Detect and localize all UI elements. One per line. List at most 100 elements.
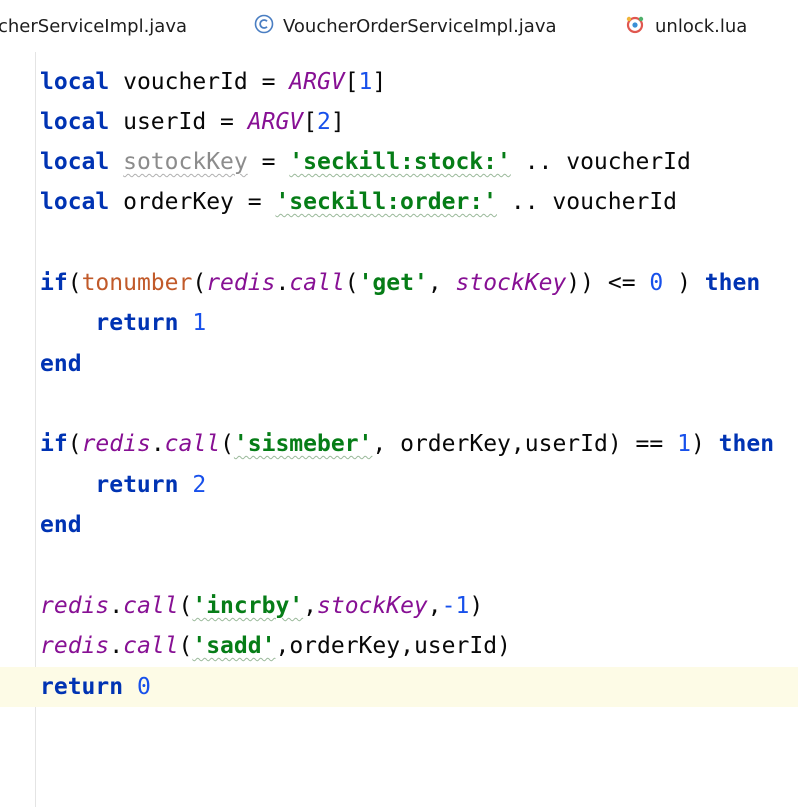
global-argv: ARGV — [289, 69, 345, 95]
global-argv: ARGV — [247, 109, 304, 135]
code-text: end — [40, 511, 82, 539]
code-line-14[interactable]: redis.call('incrby',stockKey,-1) — [0, 586, 798, 626]
global-stockKey: stockKey — [317, 593, 428, 619]
paren-open: ( — [67, 431, 82, 457]
identifier-userId: userId — [123, 109, 207, 135]
paren-close-double: )) — [566, 270, 594, 296]
identifier-voucherId: voucherId — [552, 189, 678, 215]
number-minus-1: -1 — [441, 593, 470, 619]
keyword-local: local — [40, 189, 110, 215]
number-2: 2 — [317, 109, 331, 135]
number-1: 1 — [677, 431, 691, 457]
global-redis: redis — [40, 593, 110, 619]
code-line-4[interactable]: local orderKey = 'seckill:order:' .. vou… — [0, 182, 798, 222]
comma: , — [427, 593, 442, 619]
string-incrby: 'incrby' — [192, 593, 304, 619]
paren-close: ) — [469, 593, 484, 619]
number-1: 1 — [358, 69, 373, 95]
code-editor[interactable]: local voucherId = ARGV[1] local userId =… — [0, 52, 798, 807]
keyword-end: end — [40, 512, 82, 538]
code-text: local userId = ARGV[2] — [40, 108, 345, 136]
code-line-8[interactable]: end — [0, 344, 798, 384]
dot: . — [150, 431, 165, 457]
number-2: 2 — [192, 472, 207, 498]
string-sismeber: 'sismeber' — [233, 431, 373, 457]
code-text: local sotockKey = 'seckill:stock:' .. vo… — [40, 148, 691, 176]
bracket-open: [ — [344, 69, 359, 95]
code-line-11[interactable]: return 2 — [0, 465, 798, 505]
identifier-userId: userId — [524, 431, 608, 457]
tab-label: unlock.lua — [655, 15, 748, 37]
code-line-2[interactable]: local userId = ARGV[2] — [0, 102, 798, 142]
tab-label: VoucherOrderServiceImpl.java — [283, 15, 557, 37]
code-line-16-current[interactable]: return 0 — [0, 667, 798, 707]
global-stockKey: stockKey — [455, 270, 567, 296]
string-get: 'get' — [358, 270, 428, 296]
comma: , — [400, 633, 414, 659]
identifier-orderKey: orderKey — [400, 431, 511, 457]
string-seckill-order: 'seckill:order:' — [275, 189, 497, 215]
code-text: return 2 — [40, 471, 206, 499]
editor-tab-bar: cherServiceImpl.java VoucherOrderService… — [0, 0, 798, 52]
paren-open: ( — [178, 633, 193, 659]
number-0: 0 — [649, 270, 664, 296]
paren-close: ) — [663, 270, 705, 296]
number-1: 1 — [192, 310, 207, 336]
tab-unlock-lua[interactable]: unlock.lua — [624, 0, 747, 52]
paren-close: ) — [607, 431, 622, 457]
code-line-5[interactable] — [0, 222, 798, 262]
paren-open: ( — [192, 270, 207, 296]
method-call: call — [164, 431, 221, 457]
keyword-return: return — [95, 472, 179, 498]
operator-eqeq: == — [621, 431, 678, 457]
code-line-6[interactable]: if(tonumber(redis.call('get', stockKey))… — [0, 263, 798, 303]
java-class-icon — [254, 14, 274, 39]
operator-assign: = — [206, 109, 248, 135]
operator-assign: = — [247, 149, 290, 175]
global-redis: redis — [81, 431, 151, 457]
string-seckill-stock: 'seckill:stock:' — [289, 149, 511, 175]
bracket-close: ] — [330, 109, 345, 135]
comma: , — [510, 431, 525, 457]
code-line-1[interactable]: local voucherId = ARGV[1] — [0, 62, 798, 102]
tab-voucher-order-service-impl[interactable]: VoucherOrderServiceImpl.java — [254, 0, 557, 52]
keyword-if: if — [40, 431, 68, 457]
comma: , — [275, 633, 290, 659]
code-line-3[interactable]: local sotockKey = 'seckill:stock:' .. vo… — [0, 142, 798, 182]
comma: , — [427, 270, 456, 296]
global-redis: redis — [40, 633, 110, 659]
paren-open: ( — [178, 593, 193, 619]
code-line-9[interactable] — [0, 384, 798, 424]
keyword-if: if — [40, 270, 68, 296]
dot: . — [109, 633, 124, 659]
tab-voucher-service-impl[interactable]: cherServiceImpl.java — [0, 0, 187, 52]
comma: , — [372, 431, 401, 457]
number-0: 0 — [136, 674, 151, 700]
paren-open: ( — [67, 270, 82, 296]
paren-open: ( — [220, 431, 234, 457]
paren-close: ) — [690, 431, 719, 457]
code-line-7[interactable]: return 1 — [0, 303, 798, 343]
keyword-return: return — [40, 674, 124, 700]
builtin-tonumber: tonumber — [81, 270, 193, 296]
code-text: redis.call('incrby',stockKey,-1) — [40, 592, 483, 620]
bracket-open: [ — [303, 109, 317, 135]
code-text: if(tonumber(redis.call('get', stockKey))… — [40, 269, 760, 297]
code-text: end — [40, 350, 82, 378]
tab-label: cherServiceImpl.java — [0, 15, 188, 37]
identifier-orderKey: orderKey — [123, 189, 234, 215]
operator-concat: .. — [497, 189, 553, 215]
method-call: call — [289, 270, 345, 296]
keyword-return: return — [95, 310, 179, 336]
code-line-12[interactable]: end — [0, 505, 798, 545]
identifier-voucherId: voucherId — [566, 149, 691, 175]
code-line-13[interactable] — [0, 546, 798, 586]
code-line-10[interactable]: if(redis.call('sismeber', orderKey,userI… — [0, 424, 798, 464]
code-line-15[interactable]: redis.call('sadd',orderKey,userId) — [0, 626, 798, 666]
operator-le: <= — [594, 270, 650, 296]
